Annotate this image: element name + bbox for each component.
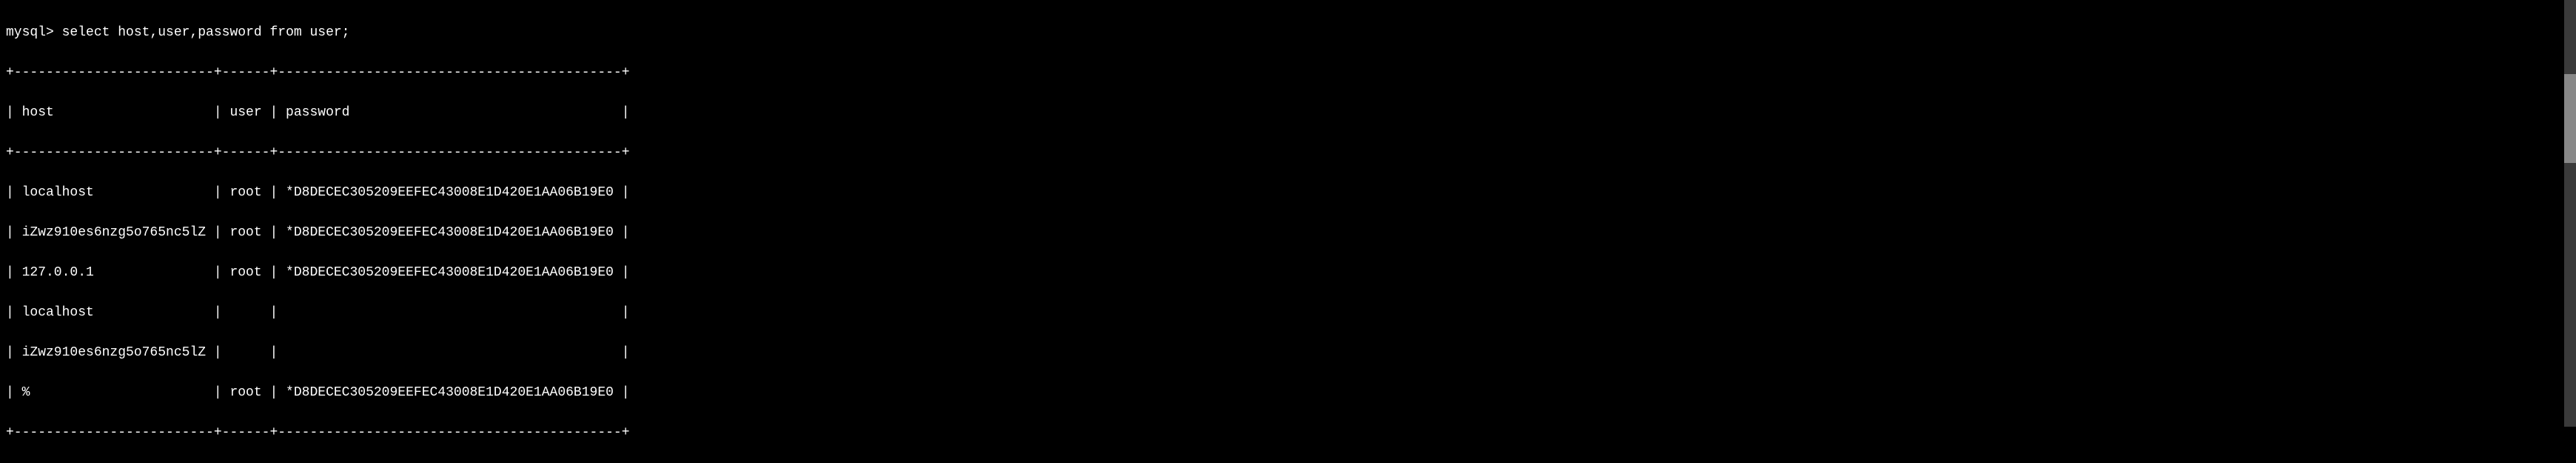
table-row: | % | root | *D8DECEC305209EEFEC43008E1D… <box>6 383 2570 403</box>
table-border-top: +-------------------------+------+------… <box>6 63 2570 83</box>
table-row: | iZwz910es6nzg5o765nc5lZ | root | *D8DE… <box>6 223 2570 243</box>
table-row: | iZwz910es6nzg5o765nc5lZ | | | <box>6 343 2570 363</box>
table-border-bottom: +-------------------------+------+------… <box>6 423 2570 443</box>
table-row: | localhost | | | <box>6 303 2570 323</box>
table-row: | 127.0.0.1 | root | *D8DECEC305209EEFEC… <box>6 263 2570 283</box>
terminal-output[interactable]: mysql> select host,user,password from us… <box>6 3 2570 463</box>
table-row: | localhost | root | *D8DECEC305209EEFEC… <box>6 183 2570 203</box>
table-header-row: | host | user | password | <box>6 103 2570 123</box>
vertical-scrollbar-track[interactable] <box>2564 0 2576 427</box>
sql-command: select host,user,password from user; <box>62 23 350 43</box>
mysql-prompt: mysql> <box>6 23 62 43</box>
vertical-scrollbar-thumb[interactable] <box>2564 74 2576 163</box>
command-line: mysql> select host,user,password from us… <box>6 23 2570 43</box>
table-border-mid: +-------------------------+------+------… <box>6 143 2570 163</box>
